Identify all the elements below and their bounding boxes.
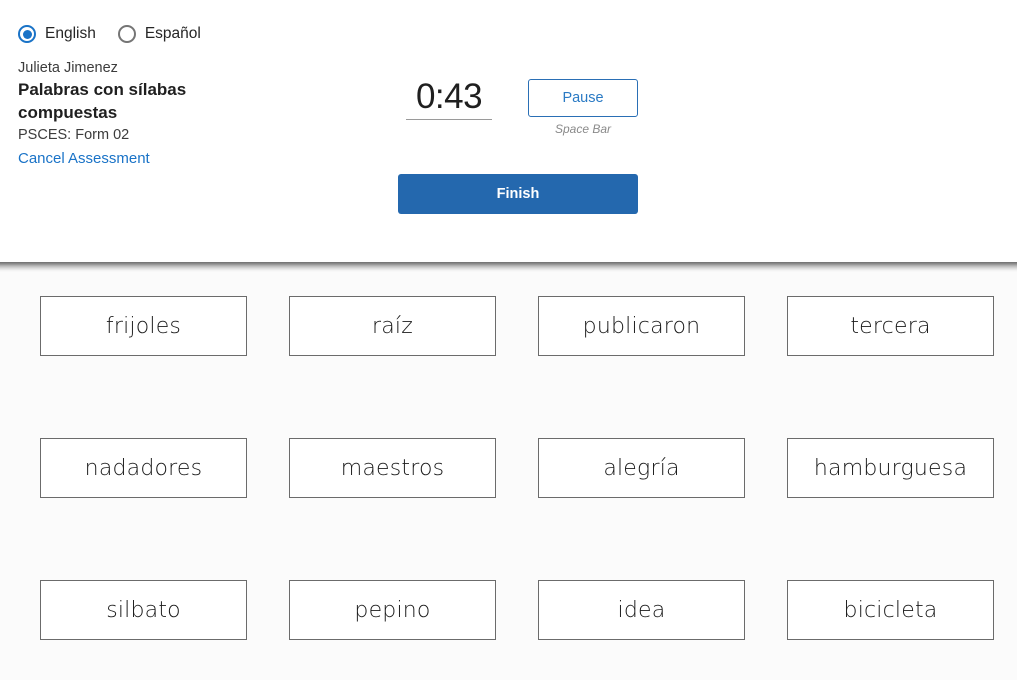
word-card[interactable]: publicaron	[538, 296, 745, 356]
assessment-header: English Español Julieta Jimenez Palabras…	[0, 0, 1017, 262]
word-label: idea	[617, 597, 666, 623]
word-label: silbato	[106, 597, 181, 623]
pause-shortcut-hint: Space Bar	[554, 122, 612, 136]
finish-button[interactable]: Finish	[398, 174, 638, 214]
word-card[interactable]: silbato	[40, 580, 247, 640]
pause-control: Pause Space Bar	[528, 79, 638, 136]
timer-value: 0:43	[415, 77, 483, 116]
student-name: Julieta Jimenez	[18, 60, 118, 76]
page-title: Palabras con sílabas compuestas	[18, 80, 187, 122]
word-card[interactable]: tercera	[787, 296, 994, 356]
word-label: raíz	[372, 313, 413, 339]
word-card[interactable]: bicicleta	[787, 580, 994, 640]
word-grid: frijoles raíz publicaron tercera nadador…	[40, 296, 994, 640]
section-divider	[0, 262, 1017, 272]
word-label: publicaron	[582, 313, 701, 339]
word-card[interactable]: nadadores	[40, 438, 247, 498]
language-option-espanol[interactable]: Español	[117, 25, 201, 43]
radio-espanol-icon[interactable]	[117, 25, 136, 43]
word-card[interactable]: alegría	[538, 438, 745, 498]
word-card[interactable]: hamburguesa	[787, 438, 994, 498]
word-label: maestros	[340, 455, 445, 481]
language-selector: English Español	[18, 25, 201, 43]
cancel-assessment-link[interactable]: Cancel Assessment	[18, 148, 150, 169]
radio-english-icon[interactable]	[18, 25, 36, 43]
word-label: frijoles	[105, 313, 182, 339]
word-label: tercera	[850, 313, 931, 339]
word-card[interactable]: raíz	[289, 296, 496, 356]
form-label: PSCES: Form 02	[18, 127, 130, 143]
timer-underline	[406, 119, 492, 120]
language-option-english[interactable]: English	[18, 25, 96, 43]
language-option-english-label: English	[45, 25, 96, 43]
word-card[interactable]: maestros	[289, 438, 496, 498]
word-list-area: frijoles raíz publicaron tercera nadador…	[0, 272, 1017, 680]
word-card[interactable]: idea	[538, 580, 745, 640]
timer: 0:43	[406, 78, 492, 120]
word-label: bicicleta	[843, 597, 938, 623]
word-label: pepino	[354, 597, 431, 623]
pause-button[interactable]: Pause	[528, 79, 638, 117]
word-label: alegría	[603, 455, 680, 481]
language-option-espanol-label: Español	[144, 25, 201, 43]
word-label: hamburguesa	[813, 455, 968, 481]
word-label: nadadores	[84, 455, 203, 481]
word-card[interactable]: pepino	[289, 580, 496, 640]
assessment-meta: Julieta Jimenez Palabras con sílabas com…	[18, 59, 348, 169]
word-card[interactable]: frijoles	[40, 296, 247, 356]
